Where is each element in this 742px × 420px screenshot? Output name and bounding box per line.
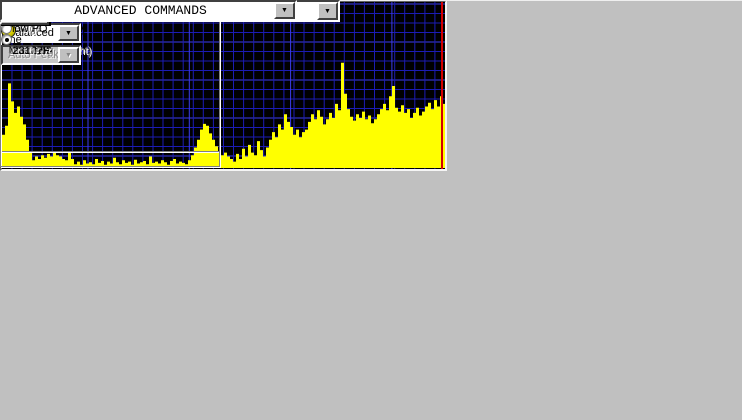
drive-dropdown-button[interactable]: ▼: [317, 2, 338, 20]
po-group-box: PO (8ECC) Show Jitter Instant Average Sh…: [0, 0, 220, 167]
chevron-down-glyph: ▼: [65, 51, 72, 59]
jitteravg-value: 0: [27, 45, 35, 57]
app-window: 1280 960 640 320 8x 6x 4x 2x 1280 960 64…: [0, 0, 742, 420]
advanced-commands-value: ADVANCED COMMANDS: [2, 2, 274, 19]
chevron-down-icon: ▼: [324, 7, 331, 15]
po-vertical-radio[interactable]: [1, 34, 12, 45]
chevron-down-icon: ▼: [281, 7, 288, 14]
chevron-down-icon: ▼: [58, 47, 79, 63]
advanced-dropdown-button[interactable]: ▼: [274, 2, 295, 19]
advanced-commands-select[interactable]: ADVANCED COMMANDS ▼: [0, 0, 297, 21]
